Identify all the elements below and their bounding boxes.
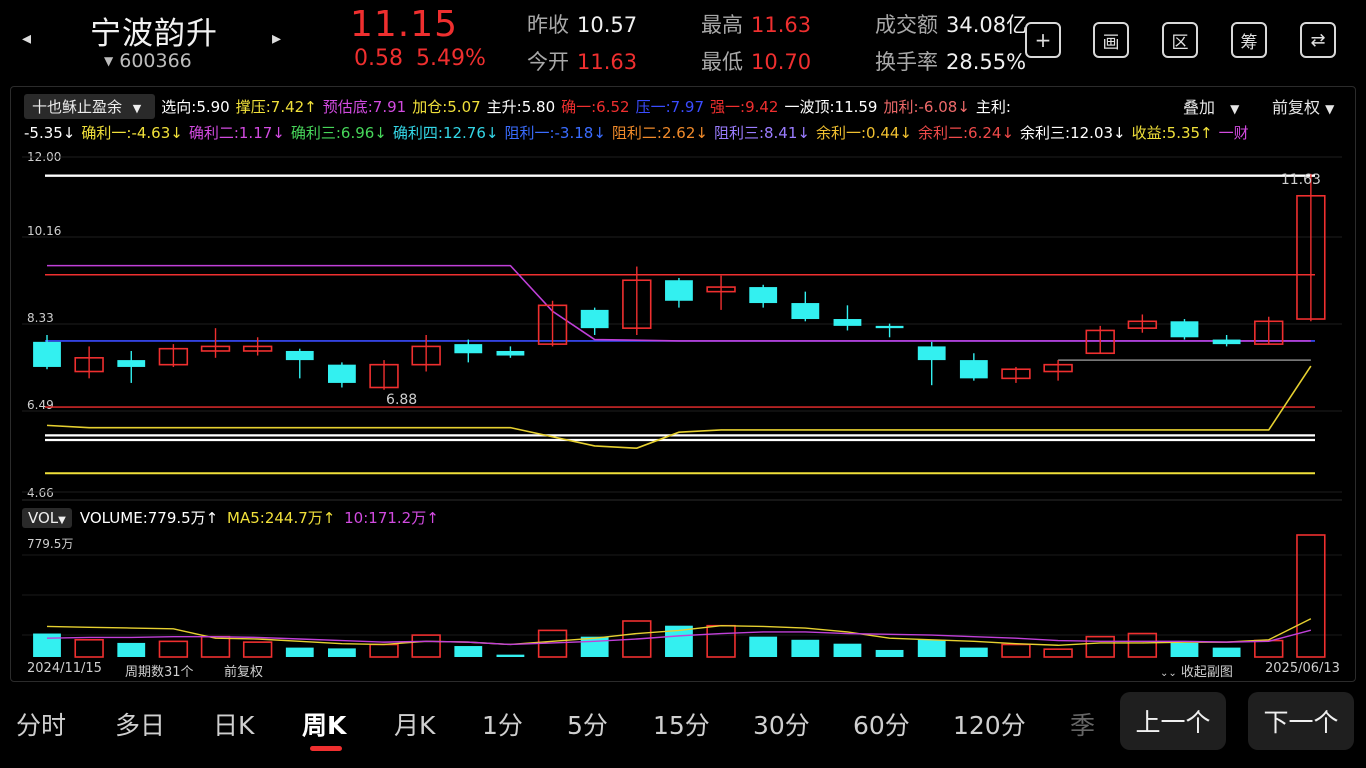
volume-ma10: 10:171.2万↑	[344, 509, 439, 527]
volume-bar-down	[749, 636, 778, 657]
candle-down	[791, 303, 820, 320]
candle-down	[875, 325, 904, 329]
prev-stock-button[interactable]: 上一个	[1120, 692, 1226, 750]
volume-bar-up	[411, 634, 441, 658]
volume-bar-down	[496, 654, 525, 657]
collapse-subchart-button[interactable]: ⌄⌄ 收起副图	[1160, 661, 1233, 680]
tab-month-k[interactable]: 月K	[394, 706, 435, 742]
tab-120min[interactable]: 120分	[953, 706, 1026, 742]
volume-bar-down	[875, 649, 904, 657]
candle-down	[749, 287, 778, 304]
volume-bar-up	[1085, 635, 1115, 658]
volume-bar-up	[200, 635, 231, 658]
volume-bar-up	[706, 624, 736, 658]
volume-ma5: MA5:244.7万↑	[227, 509, 336, 527]
chevron-down-icon: ⌄⌄	[1160, 668, 1177, 679]
start-date: 2024/11/15	[27, 661, 102, 676]
tab-1min[interactable]: 1分	[482, 706, 523, 742]
volume-bar-down	[580, 636, 609, 657]
volume-bar-down	[1170, 642, 1199, 657]
volume-bar-down	[917, 639, 946, 657]
volume-bar-up	[1127, 632, 1158, 658]
end-date: 2025/06/13	[1265, 661, 1340, 676]
volume-bar-down	[117, 642, 146, 657]
caret-down-icon: ▼	[58, 515, 66, 526]
candle-down	[285, 350, 314, 361]
active-tab-indicator	[310, 746, 342, 751]
volume-max-label: 779.5万	[27, 537, 74, 551]
tab-day-k[interactable]: 日K	[213, 706, 254, 742]
low-marker: 6.88	[386, 392, 417, 408]
candle-down	[1212, 339, 1241, 345]
candle-down	[917, 346, 946, 361]
volume-header: VOL▼ VOLUME:779.5万↑ MA5:244.7万↑ 10:171.2万…	[22, 507, 439, 528]
volume-bar-up	[242, 641, 273, 658]
volume-selector-label: VOL	[28, 509, 59, 527]
volume-value: VOLUME:779.5万↑	[79, 509, 219, 527]
tab-5min[interactable]: 5分	[567, 706, 608, 742]
candle-down	[665, 280, 693, 301]
volume-bar-down	[454, 646, 483, 657]
candle-down	[33, 341, 61, 367]
tab-duori[interactable]: 多日	[115, 706, 165, 742]
volume-bar-up	[369, 643, 399, 658]
volume-bar-up	[1043, 648, 1073, 658]
volume-bar-down	[959, 647, 988, 657]
kline-chart[interactable]: 11.63 6.88	[0, 0, 1366, 768]
tab-season[interactable]: 季	[1070, 706, 1095, 742]
volume-bar-down	[833, 643, 862, 657]
candle-down	[328, 364, 356, 383]
volume-bar-down	[328, 648, 356, 657]
candle-down	[117, 360, 146, 367]
candle-down	[833, 319, 862, 326]
tab-week-k[interactable]: 周K	[302, 706, 346, 742]
candle-down	[1170, 321, 1199, 338]
next-stock-button[interactable]: 下一个	[1248, 692, 1354, 750]
collapse-label: 收起副图	[1180, 665, 1233, 680]
volume-bar-down	[285, 647, 314, 657]
period-count: 周期数31个	[125, 665, 194, 680]
volume-bar-up	[1001, 643, 1031, 658]
candle-down	[580, 309, 609, 329]
volume-bar-up	[1254, 639, 1284, 658]
volume-bar-down	[1212, 647, 1241, 657]
high-marker: 11.63	[1281, 172, 1321, 188]
volume-bar-up	[74, 638, 104, 658]
tab-fenshi[interactable]: 分时	[16, 706, 66, 742]
candle-down	[959, 360, 988, 379]
volume-bar-down	[33, 633, 61, 657]
tab-30min[interactable]: 30分	[753, 706, 810, 742]
candle-down	[454, 344, 483, 354]
tab-15min[interactable]: 15分	[653, 706, 710, 742]
volume-selector[interactable]: VOL▼	[22, 508, 72, 528]
volume-bar-up	[158, 640, 189, 658]
adjust-note: 前复权	[224, 665, 264, 680]
candle-down	[496, 350, 525, 356]
volume-bar-up	[1296, 534, 1326, 658]
volume-bar-down	[791, 639, 820, 657]
tab-60min[interactable]: 60分	[853, 706, 910, 742]
